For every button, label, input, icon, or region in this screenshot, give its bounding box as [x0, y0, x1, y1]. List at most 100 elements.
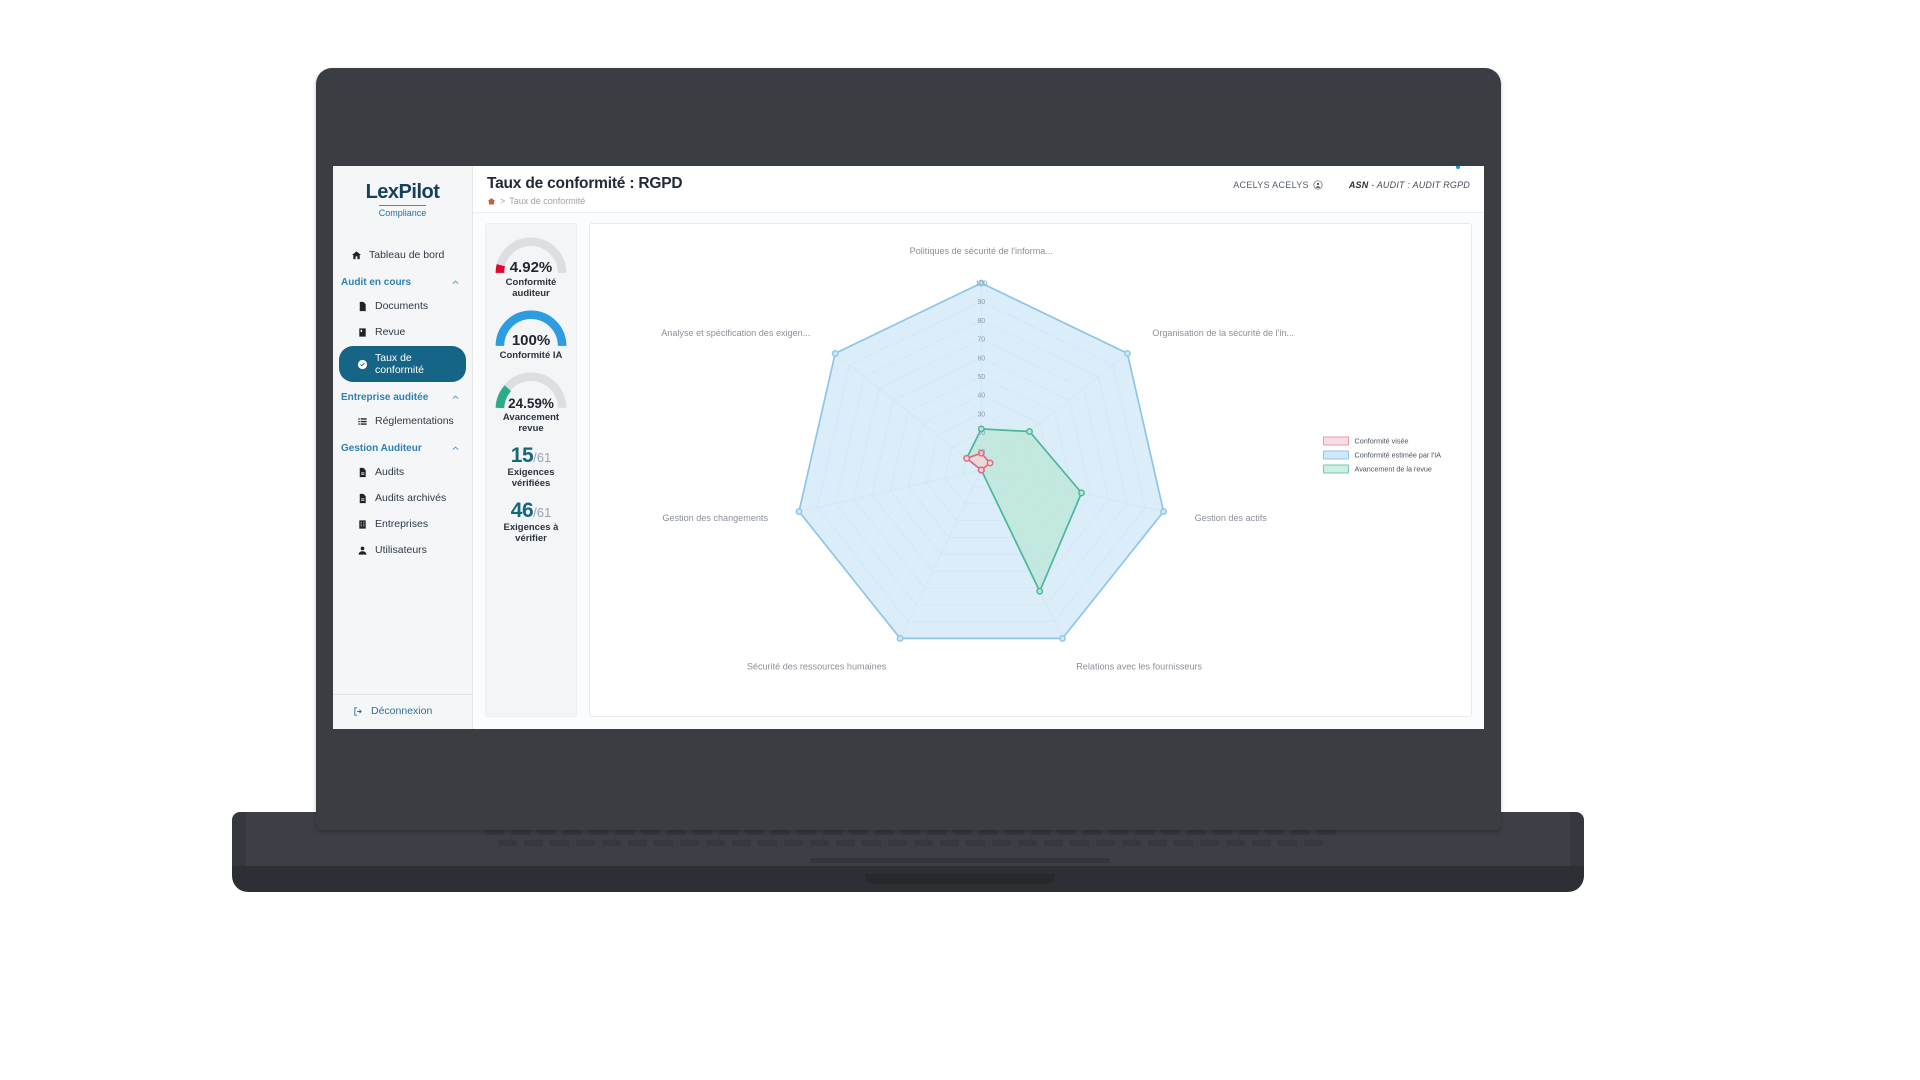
- legend-label: Avancement de la revue: [1354, 464, 1432, 474]
- sidebar-item-audits-archives[interactable]: Audits archivés: [339, 486, 466, 510]
- chart-legend: Conformité visée Conformité estimée par …: [1322, 436, 1441, 474]
- user-name: ACELYS ACELYS: [1233, 180, 1309, 190]
- legend-swatch-conformite-ia: [1322, 450, 1349, 460]
- breadcrumb-current[interactable]: Taux de conformité: [509, 196, 585, 206]
- radar-chart-card: 10 20 30 40 50 60 70 80 90 100 Politiques de sécur…: [589, 223, 1472, 717]
- gauge-avancement-revue: 24.59% Avancement revue: [492, 369, 570, 434]
- page-header: Taux de conformité : RGPD > Taux de conf…: [487, 175, 683, 206]
- counter-value: 15: [510, 444, 534, 467]
- legend-swatch-avancement-revue: [1322, 464, 1349, 474]
- logout-button[interactable]: Déconnexion: [333, 705, 472, 717]
- radar-tick-label: 30: [977, 411, 985, 418]
- legend-item[interactable]: Conformité visée: [1322, 436, 1441, 446]
- sidebar-group-gestion-auditeur[interactable]: Gestion Auditeur: [333, 435, 472, 458]
- sidebar-item-label: Audits archivés: [375, 492, 447, 504]
- radar-category-label: Sécurité des ressources humaines: [747, 662, 887, 672]
- breadcrumb-separator: >: [500, 196, 506, 206]
- counter-value: 46: [510, 499, 534, 522]
- sidebar-group-entreprise-auditee[interactable]: Entreprise auditée: [333, 384, 472, 407]
- laptop-trackpad: [810, 858, 1110, 863]
- counter-label: Exigences à vérifier: [503, 522, 559, 544]
- radar-data-point[interactable]: [896, 634, 904, 642]
- sidebar-item-label: Tableau de bord: [369, 249, 445, 261]
- home-icon: [351, 250, 362, 259]
- building-icon: [359, 519, 366, 529]
- screenshot-stage: LexPilot Compliance Tableau de bord Audi…: [0, 0, 1920, 1080]
- top-bar: Taux de conformité : RGPD > Taux de conf…: [473, 166, 1484, 213]
- radar-category-label: Gestion des actifs: [1195, 513, 1268, 523]
- book-icon: [359, 327, 366, 337]
- radar-category-label: Analyse et spécification des exigen...: [661, 328, 810, 338]
- content-area: 4.92% Conformité auditeur 100% Conformit…: [473, 213, 1484, 729]
- counter-total: /61: [533, 505, 552, 520]
- counter-exigences-verifiees: 15/61 Exigences vérifiées: [492, 444, 570, 489]
- breadcrumb: > Taux de conformité: [487, 196, 682, 206]
- radar-category-label: Gestion des changements: [662, 513, 768, 523]
- sidebar-group-audit-en-cours[interactable]: Audit en cours: [333, 269, 472, 292]
- user-chip[interactable]: ACELYS ACELYS: [1233, 180, 1323, 190]
- sidebar-item-audits[interactable]: Audits: [339, 460, 466, 484]
- sidebar-item-label: Documents: [375, 300, 429, 312]
- radar-data-point[interactable]: [831, 349, 839, 357]
- home-icon: [487, 197, 496, 204]
- sidebar-nav: Tableau de bord Audit en cours Documents: [333, 233, 472, 694]
- audit-chip: ASN - AUDIT : AUDIT RGPD: [1349, 180, 1470, 190]
- brand-logo: LexPilot Compliance: [333, 166, 1460, 233]
- legend-item[interactable]: Conformité estimée par l'IA: [1322, 450, 1441, 460]
- radar-tick-label: 60: [977, 355, 985, 362]
- radar-data-point[interactable]: [963, 454, 971, 462]
- top-bar-right: ACELYS ACELYS ASN - AUDIT : AUDIT RGPD: [1233, 175, 1470, 190]
- sidebar-item-label: Réglementations: [375, 415, 454, 427]
- radar-data-point[interactable]: [1059, 634, 1066, 642]
- counter-label: Exigences vérifiées: [507, 467, 555, 489]
- sidebar-item-utilisateurs[interactable]: Utilisateurs: [339, 538, 466, 562]
- radar-category-label: Relations avec les fournisseurs: [1076, 662, 1202, 672]
- radar-data-point[interactable]: [795, 508, 803, 516]
- gauge-value: 24.59%: [508, 396, 554, 411]
- file-icon: [359, 467, 366, 477]
- gauge-value: 100%: [511, 332, 551, 349]
- legend-item[interactable]: Avancement de la revue: [1322, 464, 1441, 474]
- gauge-conformite-ia: 100% Conformité IA: [492, 307, 570, 361]
- sidebar-item-label: Taux de conformité: [375, 352, 425, 376]
- legend-label: Conformité estimée par l'IA: [1354, 450, 1441, 460]
- sidebar-item-tableau-de-bord[interactable]: Tableau de bord: [339, 243, 466, 267]
- counter-total: /61: [533, 450, 552, 465]
- gauge-value: 4.92%: [509, 259, 553, 276]
- user-circle-icon: [1313, 180, 1323, 190]
- sidebar-item-revue[interactable]: Revue: [339, 320, 466, 344]
- sidebar-item-documents[interactable]: Documents: [339, 294, 466, 318]
- radar-tick-label: 100: [976, 281, 988, 288]
- radar-data-point[interactable]: [977, 466, 985, 474]
- sidebar-item-label: Revue: [375, 326, 406, 338]
- brand-name: LexPilot: [365, 181, 440, 203]
- gauge-label: Conformité IA: [499, 350, 563, 361]
- sidebar-item-reglementations[interactable]: Réglementations: [339, 409, 466, 433]
- radar-tick-label: 90: [977, 299, 985, 306]
- radar-data-point[interactable]: [986, 459, 994, 467]
- chevron-up-icon: [452, 280, 459, 284]
- main-content: Taux de conformité : RGPD > Taux de conf…: [473, 166, 1484, 729]
- audit-code: ASN: [1348, 180, 1369, 190]
- radar-tick-label: 20: [977, 430, 985, 437]
- application-window: LexPilot Compliance Tableau de bord Audi…: [333, 166, 1484, 729]
- sidebar-item-entreprises[interactable]: Entreprises: [339, 512, 466, 536]
- logout-label: Déconnexion: [371, 705, 433, 717]
- radar-tick-label: 10: [977, 449, 985, 456]
- sidebar-item-taux-de-conformite[interactable]: Taux de conformité: [339, 346, 466, 382]
- document-icon: [359, 301, 366, 311]
- radar-data-point[interactable]: [1026, 428, 1033, 435]
- radar-data-point[interactable]: [1160, 508, 1168, 516]
- laptop-notch: [865, 874, 1055, 884]
- counter-exigences-a-verifier: 46/61 Exigences à vérifier: [492, 499, 570, 544]
- radar-data-point[interactable]: [1123, 349, 1131, 357]
- sidebar-group-label: Entreprise auditée: [341, 392, 429, 403]
- laptop-lid: LexPilot Compliance Tableau de bord Audi…: [316, 68, 1501, 830]
- radar-tick-label: 70: [977, 337, 985, 344]
- radar-tick-label: 80: [977, 318, 985, 325]
- file-icon: [359, 493, 366, 503]
- kpi-panel: 4.92% Conformité auditeur 100% Conformit…: [485, 223, 577, 717]
- user-icon: [358, 546, 367, 555]
- radar-data-point[interactable]: [1078, 489, 1085, 497]
- radar-data-point[interactable]: [1036, 587, 1044, 595]
